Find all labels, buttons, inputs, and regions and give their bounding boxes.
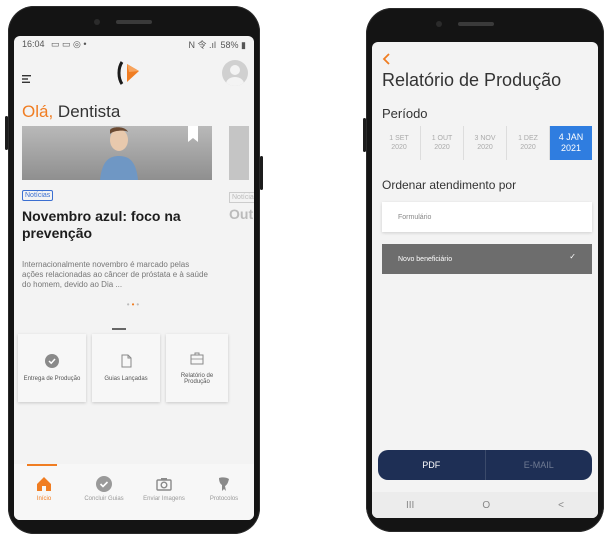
page-title: Relatório de Produção: [382, 70, 562, 90]
greeting: Olá, Dentista: [14, 102, 254, 126]
bookmark-icon[interactable]: [188, 126, 198, 142]
hamburger-icon[interactable]: [22, 72, 32, 86]
status-right: N 令 .ıl 58% ▮: [188, 38, 246, 51]
signal-icons: N 令 .ıl: [188, 39, 216, 50]
recent-apps-button[interactable]: III: [406, 500, 414, 511]
volume-button: [5, 116, 8, 150]
earpiece-speaker: [116, 20, 152, 24]
tile-label: Guias Lançadas: [104, 376, 148, 382]
option-label: Formulário: [398, 213, 432, 221]
active-indicator: [27, 464, 57, 466]
greeting-hello: Olá,: [22, 102, 54, 121]
camera-icon: [156, 478, 172, 491]
option-formulario[interactable]: Formulário: [382, 202, 592, 232]
avatar[interactable]: [222, 60, 248, 86]
tile-label: Relatório de Produção: [180, 373, 214, 385]
next-card-headline: Out: [229, 206, 254, 222]
period-option[interactable]: 3 NOV 2020: [464, 126, 507, 160]
news-headline: Novembro azul: foco na prevenção: [22, 208, 181, 241]
nav-label: Início: [36, 496, 52, 502]
period-option[interactable]: 1 SET 2020: [378, 126, 421, 160]
period-day: 4 JAN: [558, 132, 584, 142]
front-camera: [436, 21, 442, 27]
option-label: Novo beneficiário: [398, 255, 453, 263]
sheet-handle[interactable]: [112, 328, 126, 330]
tile-label: Entrega de Produção: [23, 376, 81, 382]
system-nav: III O <: [372, 492, 598, 518]
earpiece-speaker: [458, 22, 494, 26]
period-year: 2020: [520, 144, 536, 151]
front-camera: [94, 19, 100, 25]
status-icons-left: ▭ ▭ ◎ •: [51, 38, 87, 49]
nav-protocolos[interactable]: Protocolos: [200, 476, 248, 502]
period-day: 1 SET: [389, 135, 409, 142]
status-time: 16:04: [22, 38, 45, 49]
check-circle-icon: [45, 354, 59, 368]
nav-label: Protocolos: [209, 496, 239, 502]
dot: •: [136, 300, 142, 309]
email-button[interactable]: E-MAIL: [486, 450, 593, 480]
ordenar-label: Ordenar atendimento por: [382, 178, 517, 192]
document-icon: [121, 354, 132, 368]
nav-label: Concluir Guias: [84, 496, 124, 502]
period-day: 3 NOV: [474, 135, 496, 142]
greeting-name: Dentista: [53, 102, 121, 121]
status-left: 16:04 ▭ ▭ ◎ •: [22, 39, 87, 50]
status-bar: 16:04 ▭ ▭ ◎ • N 令 .ıl 58% ▮: [14, 36, 254, 52]
tooth-icon: [219, 477, 229, 491]
app-header: [14, 52, 254, 98]
export-buttons: PDF E-MAIL: [378, 450, 592, 480]
period-year: 2020: [477, 144, 493, 151]
carousel-dots[interactable]: •••: [14, 300, 254, 309]
nav-inicio[interactable]: Início: [20, 464, 68, 502]
news-card[interactable]: Notícias Novembro azul: foco na prevençã…: [22, 126, 254, 290]
bottom-nav: Início Concluir Guias Enviar Imagens Pro…: [14, 464, 254, 520]
screen-home: 16:04 ▭ ▭ ◎ • N 令 .ıl 58% ▮ Olá, Dentist…: [14, 36, 254, 520]
nav-enviar-imagens[interactable]: Enviar Imagens: [140, 476, 188, 502]
period-day: 1 DEZ: [518, 135, 538, 142]
phone-right: Relatório de Produção Período 1 SET 2020 …: [363, 8, 604, 532]
power-button: [260, 156, 263, 190]
nav-label: Enviar Imagens: [143, 496, 185, 502]
period-day: 1 OUT: [431, 135, 453, 142]
person-image: [100, 127, 138, 180]
period-year: 2020: [434, 144, 450, 151]
period-option[interactable]: 1 OUT 2020: [421, 126, 464, 160]
news-tag: Notícias: [22, 190, 54, 201]
app-logo: [117, 60, 141, 86]
period-year: 2020: [391, 144, 407, 151]
check-circle-icon: [96, 476, 112, 492]
battery-level: 58%: [220, 39, 239, 50]
phone-left: 16:04 ▭ ▭ ◎ • N 令 .ıl 58% ▮ Olá, Dentist…: [5, 6, 263, 534]
news-summary: Internacionalmente novembro é marcado pe…: [22, 260, 208, 289]
screen-relatorio: Relatório de Produção Período 1 SET 2020 …: [372, 42, 598, 518]
period-selector: 1 SET 2020 1 OUT 2020 3 NOV 2020 1 DEZ 2020 …: [378, 126, 592, 160]
next-card-tag: Notícias: [229, 192, 254, 203]
tile-entrega-producao[interactable]: Entrega de Produção: [18, 334, 86, 402]
tile-relatorio-producao[interactable]: Relatório de Produção: [166, 334, 228, 402]
shortcut-tiles: Entrega de Produção Guias Lançadas Relat…: [18, 334, 228, 402]
period-option[interactable]: 1 DEZ 2020: [507, 126, 550, 160]
nav-concluir-guias[interactable]: Concluir Guias: [80, 476, 128, 502]
next-card-image[interactable]: [229, 126, 249, 180]
tile-guias-lancadas[interactable]: Guias Lançadas: [92, 334, 160, 402]
chevron-left-icon[interactable]: [382, 52, 390, 70]
home-icon: [37, 477, 51, 491]
news-image: [22, 126, 212, 180]
back-button[interactable]: <: [558, 500, 564, 511]
battery-icon: ▮: [241, 39, 246, 50]
option-novo-beneficiario[interactable]: Novo beneficiário ✓: [382, 244, 592, 274]
volume-button: [363, 118, 366, 152]
periodo-label: Período: [382, 106, 428, 121]
check-icon: ✓: [569, 252, 576, 261]
period-option-selected[interactable]: 4 JAN 2021: [550, 126, 592, 160]
briefcase-icon: [190, 352, 204, 365]
period-year: 2021: [560, 143, 582, 153]
home-button[interactable]: O: [482, 500, 490, 511]
pdf-button[interactable]: PDF: [378, 450, 486, 480]
